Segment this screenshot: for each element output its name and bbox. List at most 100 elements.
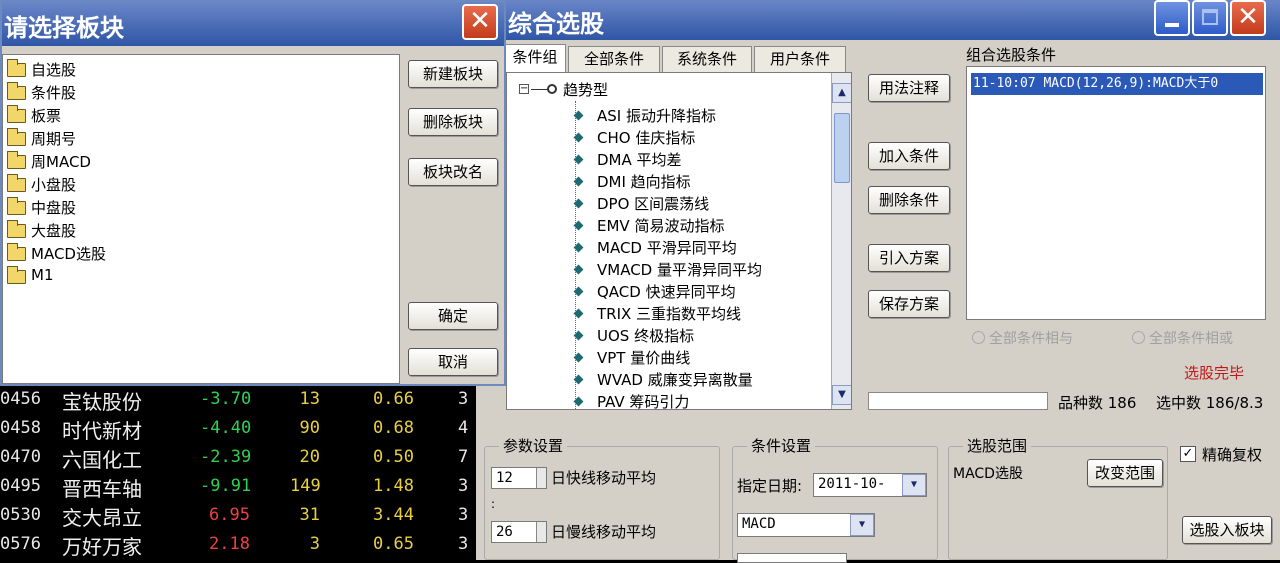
folder-icon [7, 105, 26, 123]
usage-notes-button[interactable]: 用法注释 [868, 74, 950, 102]
stock-name: 万好万家 [62, 535, 142, 559]
stock-volume: 20 [299, 447, 320, 467]
save-plan-button[interactable]: 保存方案 [868, 290, 950, 318]
stock-change: -2.39 [200, 447, 252, 467]
scroll-up-icon[interactable]: ▲ [832, 83, 851, 103]
tree-item-wvad[interactable]: WVAD 威廉变异离散量 [597, 369, 753, 390]
tree-collapse-icon[interactable]: − [519, 84, 529, 94]
new-board-button[interactable]: 新建板块 [408, 60, 498, 88]
tree-root-trend[interactable]: 趋势型 [563, 79, 608, 100]
stock-ratio: 0.68 [373, 418, 414, 438]
stock-name: 时代新材 [62, 419, 142, 443]
exact-restore-checkbox[interactable]: ✓ [1180, 446, 1196, 462]
board-label: 小盘股 [31, 176, 77, 194]
indicator-select[interactable]: MACD ▼ [737, 513, 875, 537]
tree-item-pav[interactable]: PAV 筹码引力 [597, 391, 689, 409]
board-label: MACD选股 [31, 245, 106, 263]
tree-item-asi[interactable]: ASI 振动升降指标 [597, 105, 716, 126]
radio-all-and[interactable]: 全部条件相与 [972, 328, 1073, 348]
tree-item-qacd[interactable]: QACD 快速异同平均 [597, 281, 736, 302]
table-row[interactable]: 0576 万好万家 2.18 3 0.65 3 [0, 531, 476, 559]
extra-field[interactable] [737, 553, 847, 563]
scroll-down-icon[interactable]: ▼ [832, 385, 851, 405]
tab-system-conditions[interactable]: 系统条件 [662, 46, 752, 72]
folder-icon [7, 174, 26, 192]
tree-item-vpt[interactable]: VPT 量价曲线 [597, 347, 690, 368]
import-plan-button[interactable]: 引入方案 [868, 244, 950, 272]
table-row[interactable]: 0470 六国化工 -2.39 20 0.50 7 [0, 444, 476, 472]
board-item[interactable]: 条件股 [5, 82, 76, 103]
range-value: MACD选股 [953, 466, 1023, 482]
chevron-down-icon[interactable]: ▼ [850, 514, 874, 536]
tree-node-icon [547, 84, 557, 94]
change-range-button[interactable]: 改变范围 [1087, 459, 1163, 487]
condition-settings-title: 条件设置 [747, 435, 816, 456]
stock-code: 0530 [0, 505, 41, 525]
condition-tree[interactable]: − 趋势型 ASI 振动升降指标 CHO 佳庆指标 DMA 平均差 DMI 趋向… [506, 72, 852, 410]
board-item[interactable]: 中盘股 [5, 197, 76, 218]
board-item[interactable]: 小盘股 [5, 174, 76, 195]
minimize-button[interactable] [1154, 0, 1190, 36]
list-item[interactable]: 11-10:07 MACD(12,26,9):MACD大于0 [971, 73, 1263, 95]
delete-condition-button[interactable]: 删除条件 [868, 186, 950, 214]
slow-ma-input[interactable]: 26 [491, 521, 547, 543]
close-button[interactable]: ✕ [1230, 0, 1266, 36]
tree-scrollbar[interactable]: ▲ ▼ [831, 73, 851, 409]
table-row[interactable]: 0456 宝钛股份 -3.70 13 0.66 3 [0, 386, 476, 414]
folder-icon [7, 82, 26, 100]
table-row[interactable]: 0458 时代新材 -4.40 90 0.68 4 [0, 415, 476, 443]
ok-button[interactable]: 确定 [408, 302, 498, 330]
tab-all-conditions[interactable]: 全部条件 [568, 46, 660, 72]
tree-item-macd[interactable]: MACD 平滑异同平均 [597, 237, 737, 258]
rename-board-button[interactable]: 板块改名 [408, 158, 498, 186]
stock-volume: 3 [309, 534, 320, 554]
stock-extra: 3 [458, 505, 469, 525]
stock-name: 晋西车轴 [62, 477, 142, 501]
table-row[interactable]: 0495 晋西车轴 -9.91 149 1.48 3 [0, 473, 476, 501]
chevron-down-icon[interactable]: ▼ [902, 474, 926, 496]
stock-list: 0456 宝钛股份 -3.70 13 0.66 3 0458 时代新材 -4.4… [0, 386, 476, 560]
table-row[interactable]: 0530 交大昂立 6.95 31 3.44 3 [0, 502, 476, 530]
board-item[interactable]: 板票 [5, 105, 61, 126]
tree-item-dmi[interactable]: DMI 趋向指标 [597, 171, 691, 192]
spin-icon[interactable] [536, 468, 546, 488]
tree-item-dma[interactable]: DMA 平均差 [597, 149, 682, 170]
spin-icon[interactable] [536, 522, 546, 542]
stock-extra: 4 [458, 418, 469, 438]
add-condition-button[interactable]: 加入条件 [868, 142, 950, 170]
stock-ratio: 0.50 [373, 447, 414, 467]
fast-ma-input[interactable]: 12 [491, 467, 547, 489]
status-select-done: 选股完毕 [1184, 364, 1245, 382]
tree-item-trix[interactable]: TRIX 三重指数平均线 [597, 303, 741, 324]
select-into-board-button[interactable]: 选股入板块 [1182, 516, 1272, 544]
combo-conditions-list[interactable]: 11-10:07 MACD(12,26,9):MACD大于0 [966, 66, 1266, 320]
maximize-icon [1202, 9, 1218, 25]
tree-item-dpo[interactable]: DPO 区间震荡线 [597, 193, 709, 214]
cancel-button[interactable]: 取消 [408, 348, 498, 376]
scroll-thumb[interactable] [834, 113, 850, 183]
stock-change: -3.70 [200, 389, 252, 409]
maximize-button[interactable] [1192, 0, 1228, 36]
board-item[interactable]: 周MACD [5, 151, 91, 172]
stock-count: 品种数 186 [1058, 394, 1137, 412]
tree-item-emv[interactable]: EMV 简易波动指标 [597, 215, 724, 236]
tab-condition-group[interactable]: 条件组 [504, 44, 566, 72]
tree-item-uos[interactable]: UOS 终极指标 [597, 325, 694, 346]
stock-extra: 3 [458, 534, 469, 554]
board-item[interactable]: M1 [5, 266, 54, 284]
board-item[interactable]: MACD选股 [5, 243, 106, 264]
board-item[interactable]: 自选股 [5, 59, 76, 80]
date-picker[interactable]: 2011-10- ▼ [813, 473, 927, 497]
tree-item-vmacd[interactable]: VMACD 量平滑异同平均 [597, 259, 762, 280]
board-list[interactable]: 自选股 条件股 板票 周期号 周MACD 小盘股 中盘股 大盘股 MACD选股 … [2, 54, 400, 384]
board-item[interactable]: 周期号 [5, 128, 76, 149]
stock-volume: 149 [290, 476, 321, 496]
dialog-close-button[interactable]: ✕ [462, 4, 498, 40]
tab-user-conditions[interactable]: 用户条件 [754, 46, 846, 72]
stock-code: 0576 [0, 534, 41, 554]
radio-all-or[interactable]: 全部条件相或 [1132, 328, 1233, 348]
delete-board-button[interactable]: 删除板块 [408, 108, 498, 136]
date-label: 指定日期: [737, 477, 803, 495]
tree-item-cho[interactable]: CHO 佳庆指标 [597, 127, 695, 148]
board-item[interactable]: 大盘股 [5, 220, 76, 241]
